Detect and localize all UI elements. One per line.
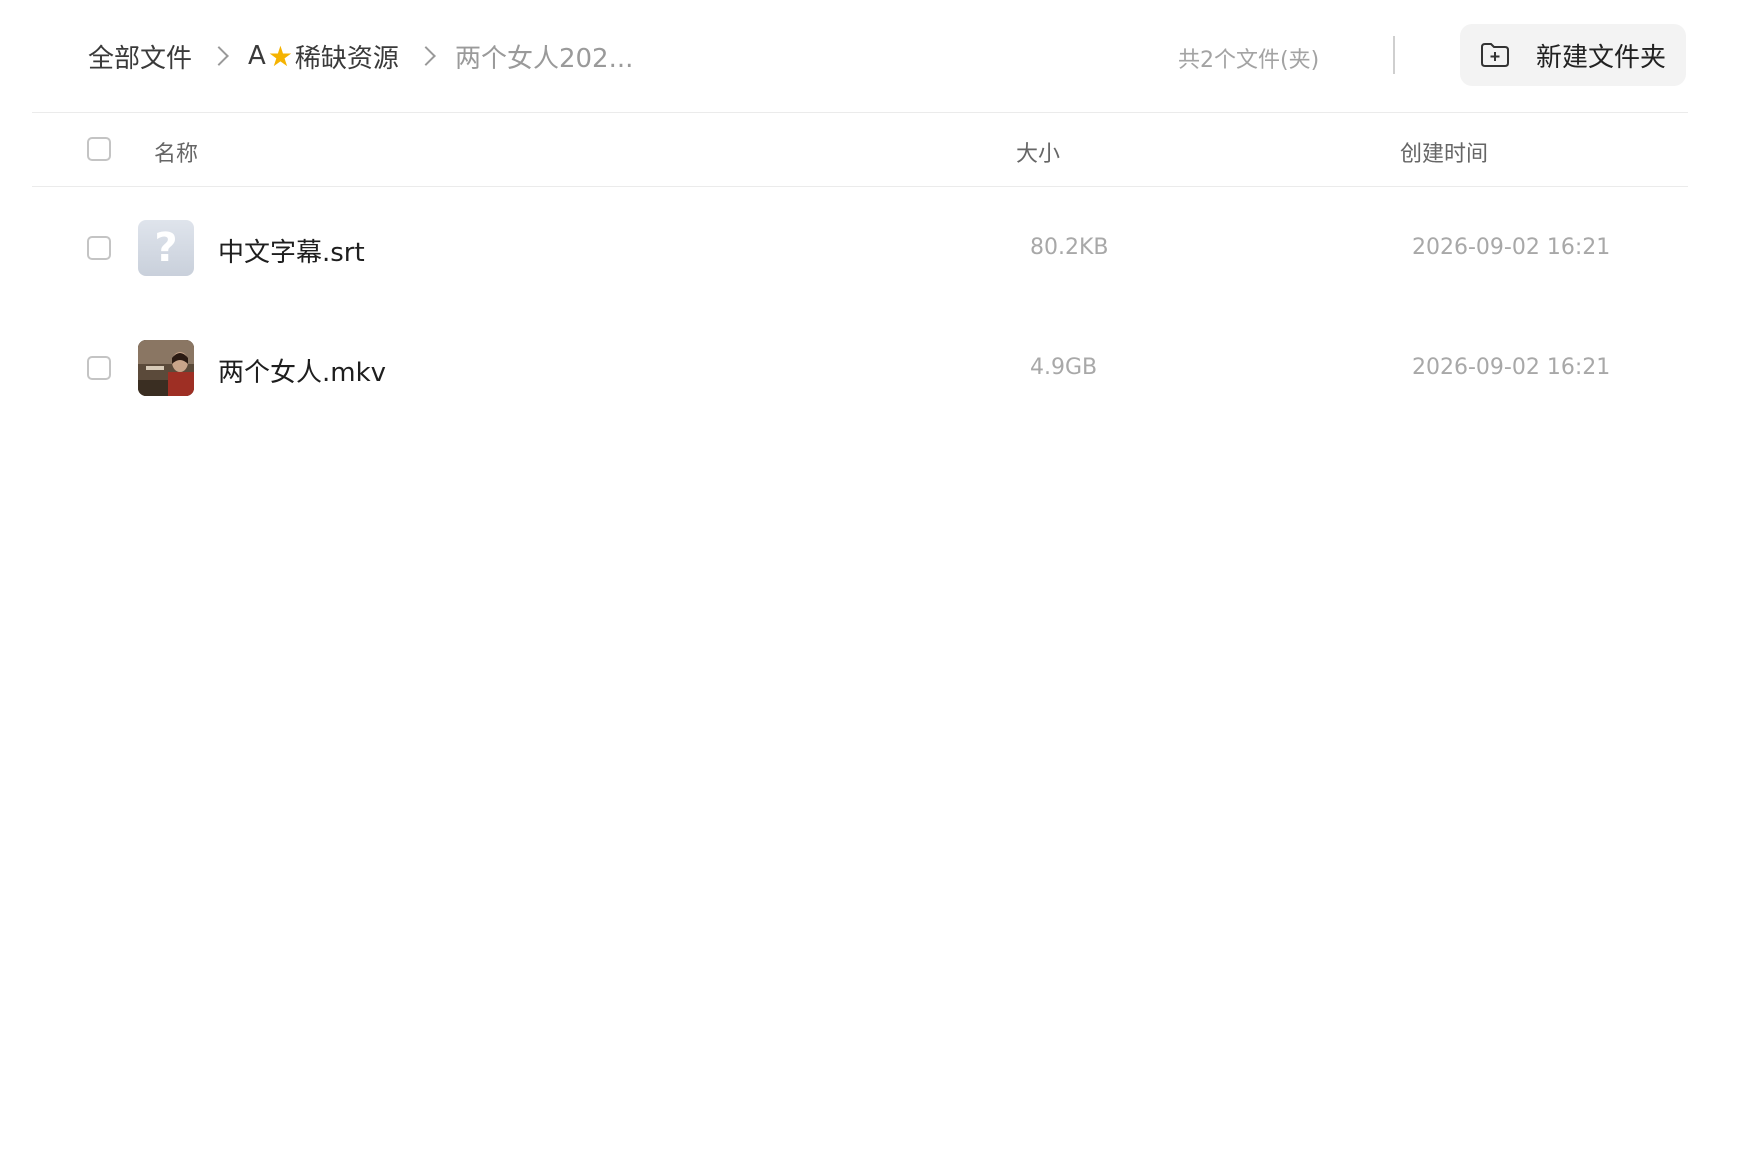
- chevron-right-icon: [209, 46, 229, 66]
- breadcrumb-parent-label: 稀缺资源: [294, 43, 399, 74]
- new-folder-label: 新建文件夹: [1536, 42, 1667, 73]
- folder-plus-icon: [1481, 43, 1509, 67]
- new-folder-button[interactable]: 新建文件夹: [1460, 24, 1686, 86]
- star-icon: ★: [267, 39, 293, 73]
- video-thumbnail: [138, 340, 194, 396]
- breadcrumb-root[interactable]: 全部文件: [88, 38, 192, 75]
- file-created-date: 2026-09-02 16:21: [1412, 235, 1611, 260]
- file-count: 共2个文件(夹): [1178, 48, 1320, 73]
- breadcrumb-parent-prefix: A: [248, 41, 266, 71]
- file-name[interactable]: 两个女人.mkv: [218, 352, 386, 389]
- header-divider: [32, 112, 1688, 113]
- column-header-created[interactable]: 创建时间: [1400, 136, 1488, 168]
- toolbar-divider: [1393, 36, 1395, 74]
- video-thumbnail-image: [138, 340, 194, 396]
- row-checkbox[interactable]: [87, 356, 111, 380]
- breadcrumb: 全部文件 A ★ 稀缺资源 两个女人202...: [88, 36, 633, 76]
- file-created-date: 2026-09-02 16:21: [1412, 355, 1611, 380]
- column-header-name[interactable]: 名称: [154, 136, 198, 168]
- row-checkbox[interactable]: [87, 236, 111, 260]
- table-row[interactable]: 两个女人.mkv 4.9GB 2026-09-02 16:21: [0, 318, 1758, 418]
- column-header-divider: [32, 186, 1688, 187]
- select-all-checkbox[interactable]: [87, 137, 111, 161]
- chevron-right-icon: [416, 46, 436, 66]
- column-header-size[interactable]: 大小: [1016, 136, 1060, 168]
- file-name[interactable]: 中文字幕.srt: [218, 232, 365, 269]
- breadcrumb-parent[interactable]: A ★ 稀缺资源: [248, 38, 399, 75]
- file-size: 4.9GB: [1030, 355, 1098, 380]
- table-row[interactable]: ? 中文字幕.srt 80.2KB 2026-09-02 16:21: [0, 198, 1758, 298]
- breadcrumb-current: 两个女人202...: [454, 43, 634, 74]
- file-size: 80.2KB: [1030, 235, 1109, 260]
- unknown-file-icon: ?: [138, 220, 194, 276]
